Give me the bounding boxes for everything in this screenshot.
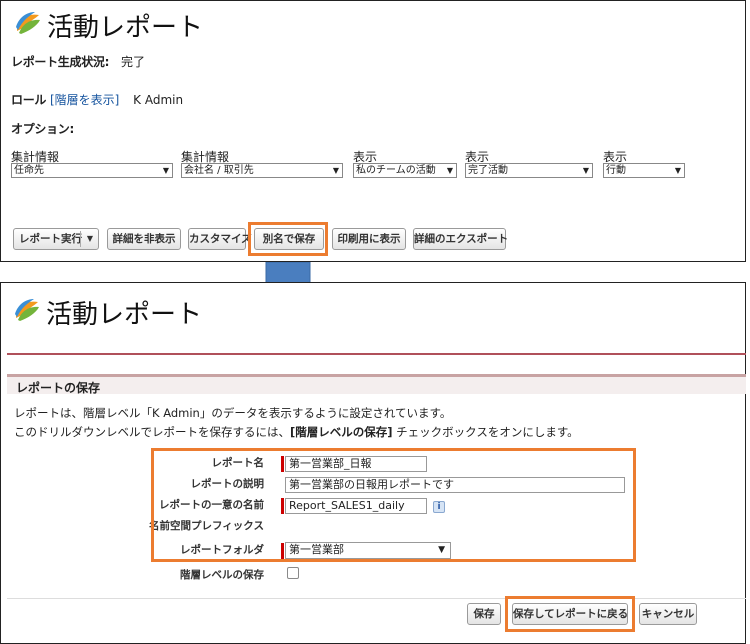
save-hierarchy-label: 階層レベルの保存: [180, 569, 264, 581]
filter-select[interactable]: 任命先 ▼: [11, 163, 173, 178]
filter-label: 集計情報: [181, 150, 230, 164]
save-as-highlight: [248, 222, 328, 256]
app-logo-icon: [16, 12, 40, 34]
filter-select[interactable]: 私のチームの活動 ▼: [353, 163, 457, 178]
filter-view-3: 表示 行動 ▼: [603, 151, 685, 178]
printable-view-button[interactable]: 印刷用に表示: [332, 228, 406, 250]
filter-label: 表示: [353, 150, 378, 164]
filter-select[interactable]: 完了活動 ▼: [465, 163, 593, 178]
footer-divider: [7, 598, 746, 599]
save-button[interactable]: 保存: [467, 603, 501, 625]
options-label: オプション:: [11, 122, 74, 136]
form-highlight: [151, 448, 636, 562]
section-title: レポートの保存: [16, 381, 101, 395]
dropdown-caret-icon: ▼: [674, 166, 681, 175]
status-value: 完了: [120, 55, 145, 69]
filter-summary-1: 集計情報 任命先 ▼: [11, 151, 173, 178]
show-hierarchy-link[interactable]: [階層を表示]: [50, 93, 119, 107]
status-label: レポート生成状況:: [11, 55, 110, 69]
header-divider: [7, 353, 746, 355]
cancel-button[interactable]: キャンセル: [639, 603, 697, 625]
filter-label: 表示: [603, 150, 628, 164]
section-header: [7, 374, 746, 394]
description-line-2: このドリルダウンレベルでレポートを保存するには、[階層レベルの保存] チェックボ…: [14, 425, 579, 439]
save-hierarchy-checkbox[interactable]: [287, 567, 299, 579]
dropdown-caret-icon: ▼: [446, 166, 453, 175]
dropdown-caret-icon: ▼: [332, 166, 339, 175]
dropdown-caret-icon: ▼: [582, 166, 589, 175]
role-row: ロール [階層を表示] K Admin: [11, 91, 183, 108]
customize-button[interactable]: カスタマイズ: [188, 228, 252, 250]
options-row: オプション:: [11, 120, 74, 137]
app-logo-icon: [15, 299, 39, 321]
page-title: 活動レポート: [47, 13, 204, 43]
status-row: レポート生成状況: 完了: [11, 53, 145, 70]
filter-label: 集計情報: [11, 150, 60, 164]
export-details-button[interactable]: 詳細のエクスポート: [413, 228, 508, 250]
dropdown-caret-icon: ▼: [86, 234, 93, 243]
page-title: 活動レポート: [46, 300, 203, 330]
filter-summary-2: 集計情報 会社名 / 取引先 ▼: [181, 151, 343, 178]
dropdown-caret-icon: ▼: [162, 166, 169, 175]
filter-label: 表示: [465, 150, 490, 164]
run-report-button[interactable]: レポート実行 ▼: [13, 228, 99, 250]
description-line-1: レポートは、階層レベル「K Admin」のデータを表示するように設定されています…: [14, 406, 452, 420]
role-label: ロール: [11, 93, 47, 107]
filter-view-2: 表示 完了活動 ▼: [465, 151, 593, 178]
save-return-highlight: [505, 596, 635, 632]
filter-view-1: 表示 私のチームの活動 ▼: [353, 151, 457, 178]
filter-select[interactable]: 会社名 / 取引先 ▼: [181, 163, 343, 178]
role-value: K Admin: [133, 93, 184, 107]
report-panel-top: 活動レポート レポート生成状況: 完了 ロール [階層を表示] K Admin …: [0, 0, 746, 262]
filter-select[interactable]: 行動 ▼: [603, 163, 685, 178]
hide-details-button[interactable]: 詳細を非表示: [107, 228, 181, 250]
